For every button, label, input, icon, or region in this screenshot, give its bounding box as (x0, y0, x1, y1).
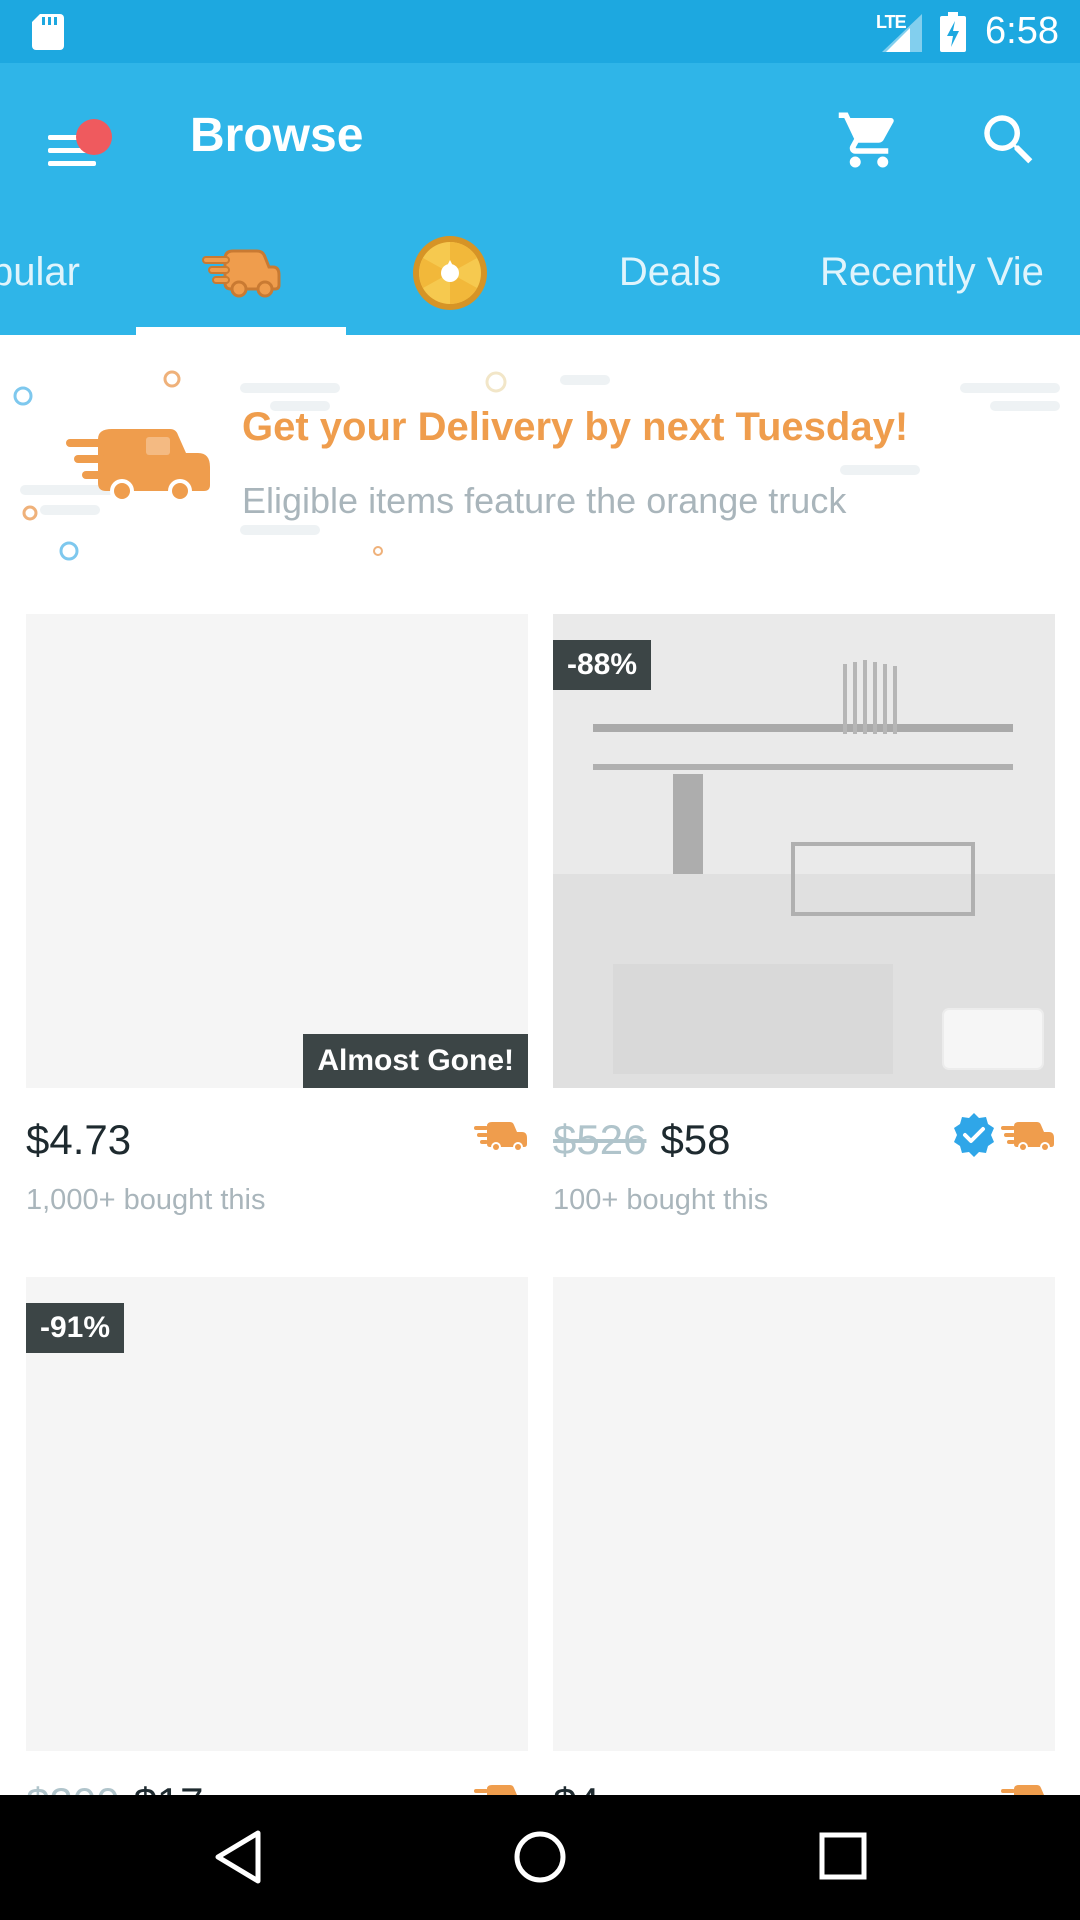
product-price-group: $526 $58 (553, 1116, 731, 1164)
price-row: $526 $58 (553, 1112, 1055, 1172)
orange-truck-icon (1001, 1122, 1054, 1152)
almost-gone-badge: Almost Gone! (303, 1034, 528, 1088)
system-navigation-bar (0, 1795, 1080, 1920)
original-price: $526 (553, 1116, 647, 1163)
search-icon (984, 115, 1033, 164)
tab-popular[interactable]: pular (0, 210, 80, 335)
category-tabs: pular Deals Recently Vie (0, 210, 1080, 335)
cart-button[interactable] (836, 107, 902, 173)
product-price: $4.73 (26, 1116, 132, 1163)
back-icon[interactable] (210, 1827, 270, 1887)
product-image[interactable]: Almost Gone! (26, 614, 528, 1088)
clock: 6:58 (985, 10, 1059, 52)
sd-card-icon (32, 14, 64, 50)
cart-icon (838, 112, 894, 168)
delivery-truck-icon (66, 429, 210, 503)
orange-truck-icon (474, 1122, 527, 1152)
menu-button[interactable] (38, 115, 112, 179)
discount-badge: -88% (553, 640, 652, 690)
tab-recently-viewed[interactable]: Recently Vie (820, 210, 1080, 335)
tab-selected-indicator (136, 327, 346, 335)
signal-icon (882, 14, 922, 52)
tab-recently-viewed-label: Recently Vie (820, 250, 1044, 294)
verified-badge-icon (954, 1113, 994, 1157)
banner-subtitle: Eligible items feature the orange truck (242, 480, 847, 521)
product-image[interactable] (553, 1277, 1055, 1751)
page-title: Browse (190, 109, 364, 162)
product-image[interactable]: -91% (26, 1277, 528, 1751)
search-button[interactable] (976, 107, 1042, 173)
product-price: $58 (660, 1116, 731, 1163)
discount-badge: -91% (26, 1303, 125, 1353)
wheel-icon (413, 235, 487, 310)
tab-popular-label: pular (0, 250, 80, 294)
fast-delivery-truck-icon (202, 249, 281, 297)
banner-title: Get your Delivery by next Tuesday! (242, 405, 909, 449)
battery-charging-icon (940, 12, 966, 52)
screen: LTE 6:58 Browse pular Deals Recently Vie… (0, 0, 1080, 1920)
bought-count: 1,000+ bought this (26, 1184, 266, 1216)
status-bar: LTE 6:58 (0, 0, 1080, 63)
price-row: $4.73 (26, 1112, 528, 1172)
delivery-banner[interactable]: Get your Delivery by next Tuesday! Eligi… (0, 335, 1080, 570)
product-image[interactable]: -88% (553, 614, 1055, 1088)
bought-count: 100+ bought this (553, 1184, 769, 1216)
tab-deals[interactable]: Deals (560, 210, 780, 335)
tab-deals-label: Deals (618, 250, 722, 294)
notification-dot (76, 119, 112, 155)
recents-icon[interactable] (818, 1827, 870, 1887)
tab-fast-delivery[interactable] (136, 210, 346, 335)
tab-wheel[interactable] (380, 210, 520, 335)
home-icon[interactable] (510, 1827, 570, 1887)
